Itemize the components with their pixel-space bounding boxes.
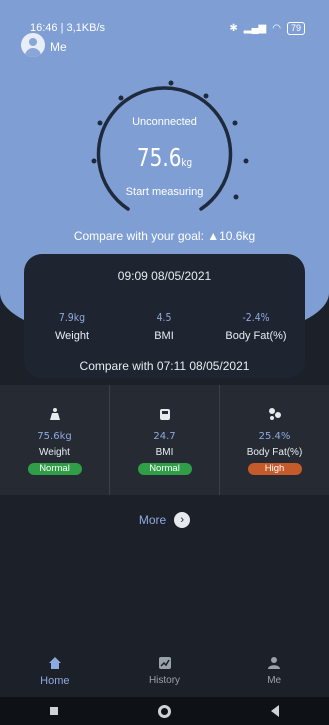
goal-compare: Compare with your goal: ▲10.6kg <box>73 229 256 243</box>
me-icon <box>268 657 281 669</box>
status-badge: Normal <box>27 463 82 475</box>
metric-bmi: 4.5 BMI <box>119 311 209 342</box>
body-fat-icon <box>268 408 281 420</box>
nav-label: History <box>148 675 181 686</box>
weight-value: 75.6 <box>136 143 182 172</box>
metric-label: Body Fat(%) <box>225 330 287 342</box>
chevron-right-icon: › <box>174 512 191 528</box>
measurement-card[interactable]: 09:09 08/05/2021 7.9kg Weight 4.5 BMI -2… <box>24 254 305 378</box>
weight-unit: kg <box>181 156 193 169</box>
stat-value: 75.6kg <box>37 431 72 442</box>
start-measuring-button[interactable]: Start measuring <box>0 186 329 198</box>
nav-label: Home <box>40 675 70 687</box>
connection-status: Unconnected <box>132 116 197 128</box>
stat-value: 24.7 <box>153 431 176 442</box>
history-icon <box>158 657 171 669</box>
nav-me[interactable]: Me <box>219 650 329 695</box>
metric-body-fat: -2.4% Body Fat(%) <box>211 311 301 342</box>
current-weight: 75.6kg <box>33 143 296 172</box>
stat-label: Weight <box>39 447 70 458</box>
nav-history[interactable]: History <box>110 650 220 695</box>
back-icon[interactable] <box>271 705 279 717</box>
weight-icon <box>49 408 60 420</box>
measurement-time: 09:09 08/05/2021 <box>117 269 212 283</box>
stat-body-fat[interactable]: 25.4% Body Fat(%) High <box>220 385 329 495</box>
stats-grid: 75.6kg Weight Normal 24.7 BMI Normal 25.… <box>0 385 329 495</box>
metric-weight: 7.9kg Weight <box>27 311 117 342</box>
stat-label: Body Fat(%) <box>246 447 303 458</box>
metric-value: 7.9kg <box>58 311 86 324</box>
recents-icon[interactable] <box>50 707 58 715</box>
nav-label: Me <box>267 675 282 686</box>
status-badge: Normal <box>137 463 192 475</box>
metric-label: BMI <box>154 330 174 342</box>
bottom-nav: Home History Me <box>0 650 329 695</box>
home-system-icon[interactable] <box>158 704 171 718</box>
status-badge: High <box>247 463 302 475</box>
stat-bmi[interactable]: 24.7 BMI Normal <box>110 385 220 495</box>
metric-value: -2.4% <box>242 311 270 324</box>
home-icon <box>48 657 61 669</box>
stat-value: 25.4% <box>258 431 291 442</box>
compare-previous: Compare with 07:11 08/05/2021 <box>79 359 250 373</box>
bmi-icon <box>159 409 170 420</box>
metric-value: 4.5 <box>156 311 172 324</box>
more-label: More <box>138 513 167 527</box>
more-button[interactable]: More › <box>0 512 329 528</box>
stat-weight[interactable]: 75.6kg Weight Normal <box>0 385 110 495</box>
nav-home[interactable]: Home <box>0 650 110 695</box>
stat-label: BMI <box>155 447 174 458</box>
system-nav-bar <box>0 697 329 725</box>
metric-label: Weight <box>54 330 90 342</box>
